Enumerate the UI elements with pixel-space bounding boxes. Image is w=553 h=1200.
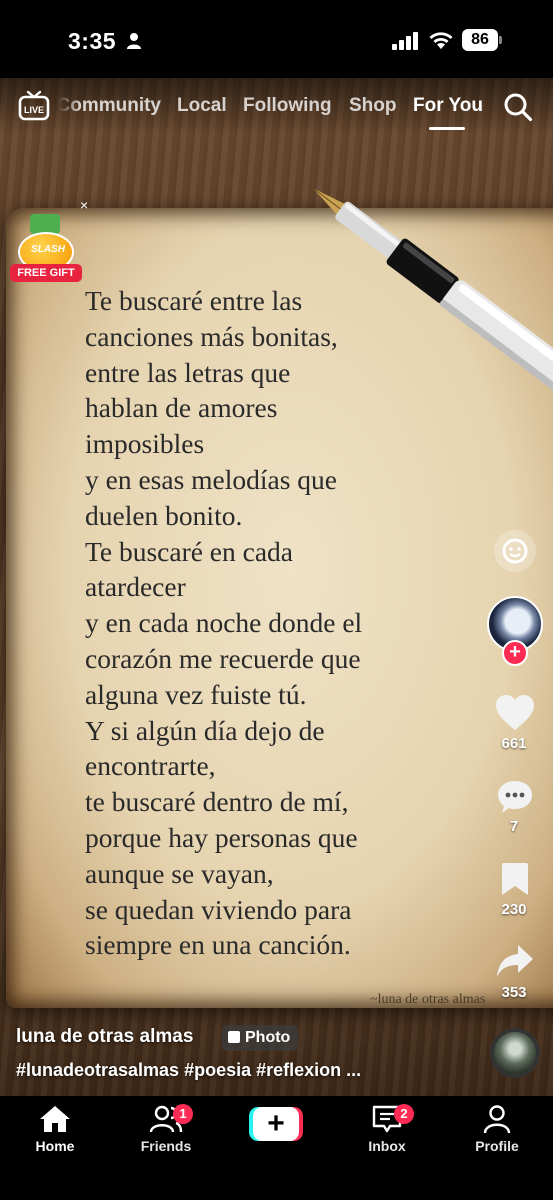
share-count: 353 xyxy=(501,984,527,1001)
battery-indicator: 86 xyxy=(462,29,502,51)
tab-shop[interactable]: Shop xyxy=(349,95,397,117)
battery-level: 86 xyxy=(462,29,498,51)
svg-text:LIVE: LIVE xyxy=(24,105,44,115)
sound-disc[interactable] xyxy=(490,1028,540,1078)
profile-icon xyxy=(483,1105,511,1134)
poem-line: hablan de amores xyxy=(85,392,278,424)
gift-close-icon[interactable]: × xyxy=(80,197,88,213)
like-heart-icon[interactable] xyxy=(495,694,535,732)
nav-inbox[interactable]: 2 Inbox xyxy=(342,1104,432,1154)
poem-line: y en esas melodías que xyxy=(85,463,338,495)
nav-profile-label: Profile xyxy=(475,1138,519,1154)
top-navigation: LIVE Community Local Following Shop For … xyxy=(0,78,553,134)
poem-line: Te buscaré entre las xyxy=(85,285,303,316)
poem-line: siempre en una canción. xyxy=(85,929,351,961)
photo-icon xyxy=(228,1031,240,1043)
nav-inbox-label: Inbox xyxy=(368,1138,406,1154)
inbox-notification-badge: 2 xyxy=(394,1104,414,1124)
follow-button[interactable]: + xyxy=(502,640,528,666)
poem-line: se quedan viviendo para xyxy=(85,893,352,925)
cellular-signal-icon xyxy=(392,32,418,50)
friends-notification-badge: 1 xyxy=(173,1104,193,1124)
save-count: 230 xyxy=(501,901,527,918)
poem-line: aunque se vayan, xyxy=(85,857,274,889)
nav-profile[interactable]: Profile xyxy=(452,1104,542,1154)
share-arrow-icon[interactable] xyxy=(496,944,534,978)
effect-button[interactable] xyxy=(494,530,536,572)
comment-count: 7 xyxy=(509,818,519,835)
free-gift-widget[interactable]: SLASH FREE GIFT xyxy=(8,212,82,284)
status-bar: 3:35 86 xyxy=(0,0,553,78)
wifi-icon xyxy=(429,32,453,49)
nav-home-label: Home xyxy=(35,1138,75,1154)
poem-line: Y si algún día dejo de xyxy=(85,714,325,746)
home-icon xyxy=(40,1106,70,1132)
photo-badge-label: Photo xyxy=(245,1029,291,1046)
author-username[interactable]: luna de otras almas xyxy=(16,1026,193,1048)
live-tv-icon[interactable]: LIVE xyxy=(18,90,50,122)
search-icon[interactable] xyxy=(503,92,533,122)
person-icon xyxy=(127,33,141,49)
tab-local[interactable]: Local xyxy=(177,95,227,117)
nav-friends-label: Friends xyxy=(140,1138,192,1154)
poem-signature: ~luna de otras almas xyxy=(370,992,486,1007)
gift-box-icon xyxy=(30,214,60,234)
photo-mode-badge: Photo xyxy=(222,1025,299,1051)
active-tab-indicator xyxy=(429,127,465,130)
poem-line: atardecer xyxy=(85,571,186,603)
poem-text: Te buscaré entre las canciones más bonit… xyxy=(85,283,485,963)
smiley-effect-icon xyxy=(502,538,528,564)
poem-line: duelen bonito. xyxy=(85,499,243,531)
clock: 3:35 xyxy=(68,28,117,54)
comment-icon[interactable] xyxy=(496,779,534,815)
poem-line: corazón me recuerde que xyxy=(85,642,361,674)
poem-line: porque hay personas que xyxy=(85,821,358,853)
poem-line: alguna vez fuiste tú. xyxy=(85,678,307,710)
poem-line: entre las letras que xyxy=(85,356,291,388)
tab-for-you[interactable]: For You xyxy=(413,95,483,117)
poem-line: te buscaré dentro de mí, xyxy=(85,786,349,818)
like-count: 661 xyxy=(501,735,527,752)
tab-community[interactable]: Community xyxy=(58,95,161,117)
create-post-button[interactable]: + xyxy=(249,1107,303,1141)
nav-home[interactable]: Home xyxy=(10,1104,100,1154)
poem-line: Te buscaré en cada xyxy=(85,535,294,567)
hashtags-caption[interactable]: #lunadeotrasalmas #poesia #reflexion ... xyxy=(16,1060,361,1081)
bookmark-icon[interactable] xyxy=(501,862,529,896)
free-gift-label: FREE GIFT xyxy=(10,264,82,282)
poem-line: canciones más bonitas, xyxy=(85,320,338,352)
slash-badge-text: SLASH xyxy=(31,244,65,255)
nav-friends[interactable]: 1 Friends xyxy=(121,1104,211,1154)
plus-icon: + xyxy=(253,1107,299,1141)
battery-cap xyxy=(499,36,502,44)
poem-line: imposibles xyxy=(85,428,205,460)
tab-following[interactable]: Following xyxy=(243,95,332,117)
poem-line: y en cada noche donde el xyxy=(85,607,363,639)
poem-line: encontrarte, xyxy=(85,750,216,782)
